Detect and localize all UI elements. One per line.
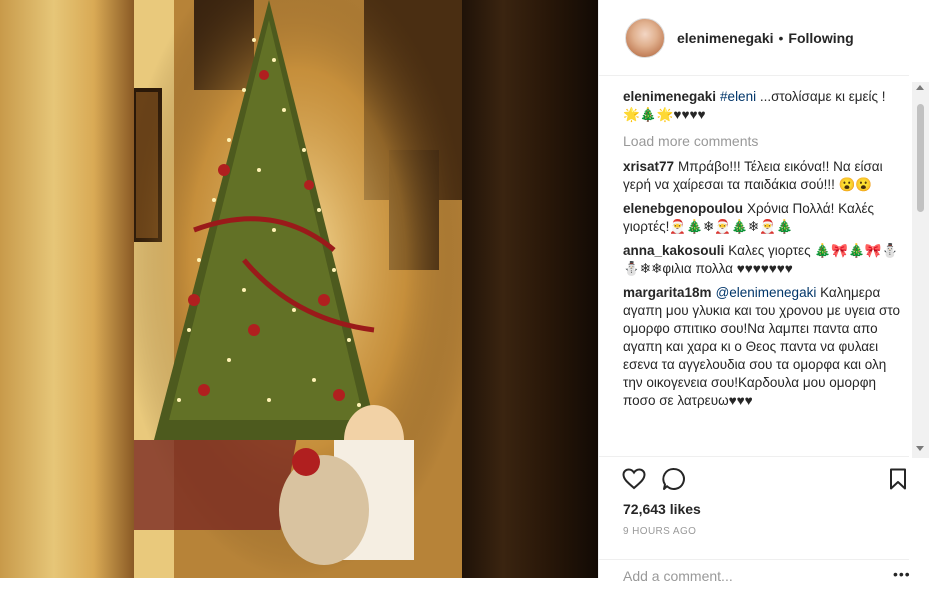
comment-item: elenebgenopoulou Χρόνια Πολλά! Καλές γιορ…: [623, 200, 909, 236]
caption: elenimenegaki #eleni ...στολίσαμε κι εμεί…: [623, 88, 909, 124]
comments-list: elenimenegaki #eleni ...στολίσαμε κι εμεί…: [623, 88, 909, 454]
following-button[interactable]: Following: [788, 30, 853, 46]
media-blur-right: [462, 0, 598, 578]
comment-icon[interactable]: [661, 466, 687, 492]
comment-text: Καλημερα αγαπη μου γλυκια και του χρονου…: [623, 285, 901, 408]
comment-item: xrisat77 Μπράβο!!! Τέλεια εικόνα!! Να είσ…: [623, 158, 909, 194]
comment-username[interactable]: anna_kakosouli: [623, 243, 724, 258]
comment-username[interactable]: margarita18m: [623, 285, 712, 300]
avatar[interactable]: [625, 17, 665, 58]
scroll-thumb[interactable]: [917, 104, 924, 212]
comments-scrollbar[interactable]: [912, 82, 929, 458]
caption-text: ...στολίσαμε κι εμείς !: [756, 89, 886, 104]
comment-username[interactable]: xrisat77: [623, 159, 674, 174]
christmas-tree-photo: [134, 0, 462, 578]
add-comment-input[interactable]: Add a comment...: [623, 568, 733, 584]
post-timestamp[interactable]: 9 HOURS AGO: [623, 526, 696, 537]
comment-username[interactable]: elenebgenopoulou: [623, 201, 743, 216]
caption-username[interactable]: elenimenegaki: [623, 89, 716, 104]
scroll-down-arrow-icon[interactable]: [916, 446, 924, 451]
comment-mention[interactable]: @elenimenegaki: [716, 285, 817, 300]
post-media[interactable]: [0, 0, 598, 578]
comment-item: margarita18m @elenimenegaki Καλημερα αγαπ…: [623, 284, 909, 410]
likes-count[interactable]: 72,643 likes: [623, 501, 701, 517]
heart-icon[interactable]: [621, 466, 647, 492]
header-separator: •: [778, 29, 784, 46]
caption-emoji: 🌟🎄🌟♥♥♥♥: [623, 107, 706, 122]
post-side-panel: elenimenegaki • Following elenimenegaki #…: [598, 0, 930, 584]
caption-hashtag[interactable]: #eleni: [720, 89, 756, 104]
load-more-comments-button[interactable]: Load more comments: [623, 132, 909, 150]
post-actions: 72,643 likes 9 HOURS AGO Add a comment..…: [599, 456, 911, 584]
add-comment-bar: Add a comment... •••: [599, 559, 911, 590]
post-header: elenimenegaki • Following: [599, 0, 909, 76]
bookmark-icon[interactable]: [885, 466, 911, 492]
more-options-icon[interactable]: •••: [893, 566, 911, 582]
header-username[interactable]: elenimenegaki: [677, 30, 774, 46]
post-photo[interactable]: [134, 0, 462, 578]
scroll-up-arrow-icon[interactable]: [916, 85, 924, 90]
media-blur-left: [0, 0, 134, 578]
comment-item: anna_kakosouli Καλες γιορτες 🎄🎀🎄🎀⛄⛄❄❄φιλι…: [623, 242, 909, 278]
